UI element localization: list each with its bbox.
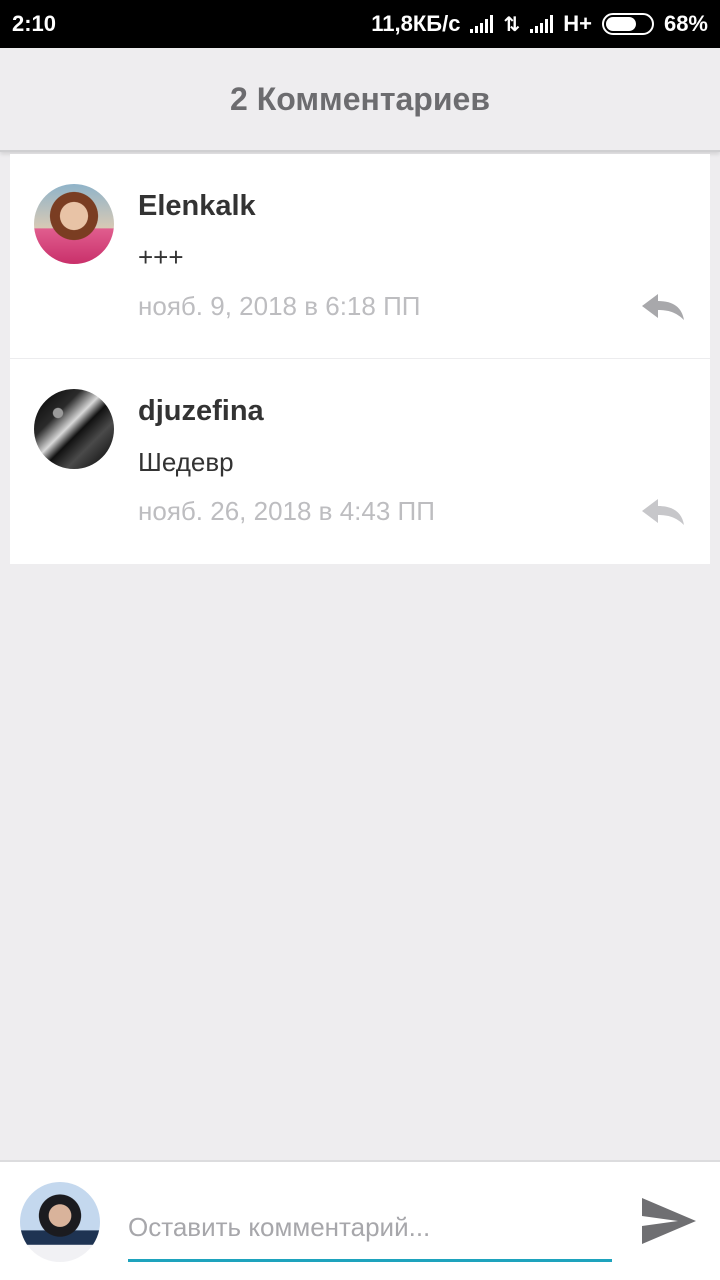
avatar[interactable] (34, 389, 114, 469)
status-time: 2:10 (12, 11, 57, 36)
comment-item: djuzefina Шедевр нояб. 26, 2018 в 4:43 П… (10, 359, 710, 564)
comment-author[interactable]: Elenkalk (138, 190, 256, 223)
battery-icon (601, 13, 654, 35)
network-speed: 11,8КБ/с (371, 11, 461, 36)
comment-date: нояб. 9, 2018 в 6:18 ПП (138, 291, 421, 321)
network-type: H+ (563, 11, 592, 36)
battery-percent: 68% (663, 11, 708, 36)
status-indicators: 11,8КБ/с ⇅ H+ 68% (371, 11, 708, 37)
comments-header: 2 Комментариев (0, 48, 720, 152)
comment-author[interactable]: djuzefina (138, 395, 264, 428)
page-title: 2 Комментариев (230, 80, 490, 117)
reply-arrow-icon[interactable] (640, 495, 686, 527)
comment-composer (0, 1160, 720, 1280)
signal-bars-icon (470, 15, 494, 33)
comment-item: Elenkalk +++ нояб. 9, 2018 в 6:18 ПП (10, 154, 710, 359)
comment-date: нояб. 26, 2018 в 4:43 ПП (138, 496, 435, 526)
data-transfer-icon: ⇅ (503, 13, 521, 36)
comment-input[interactable] (128, 1200, 612, 1262)
status-bar: 2:10 11,8КБ/с ⇅ H+ 68% (0, 0, 720, 48)
avatar (20, 1182, 100, 1262)
reply-arrow-icon[interactable] (640, 290, 686, 322)
send-icon[interactable] (640, 1194, 698, 1248)
avatar[interactable] (34, 184, 114, 264)
comment-text: +++ (138, 242, 184, 272)
cell-signal-icon (530, 15, 554, 33)
comments-list: Elenkalk +++ нояб. 9, 2018 в 6:18 ПП dju… (10, 154, 710, 564)
comment-text: Шедевр (138, 447, 234, 477)
